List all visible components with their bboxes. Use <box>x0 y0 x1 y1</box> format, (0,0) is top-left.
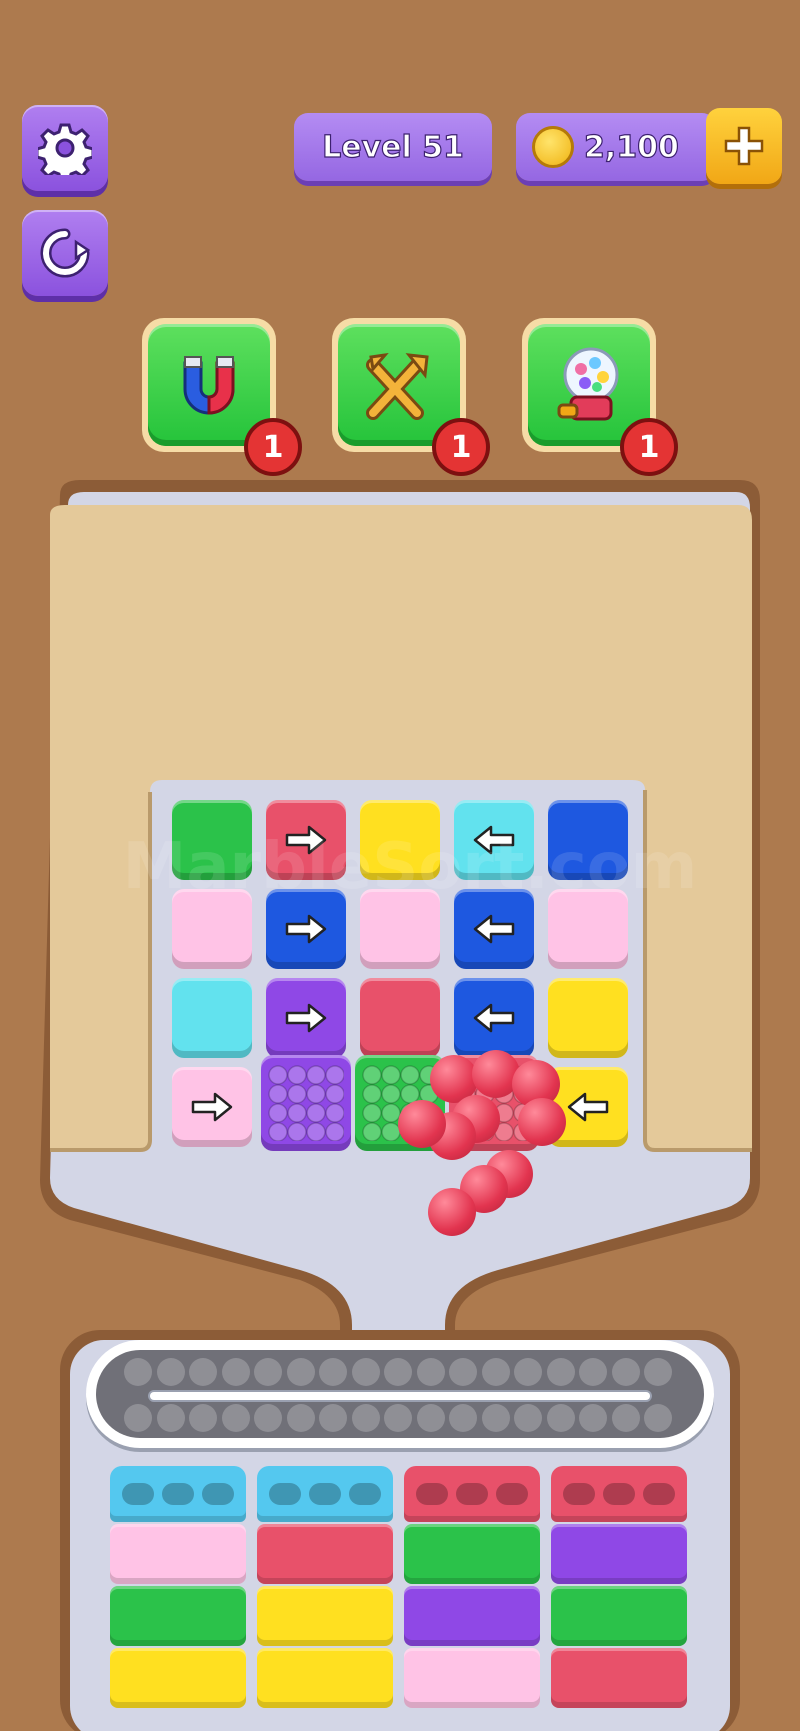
arrow-right-icon <box>191 1092 233 1122</box>
conveyor-slot <box>384 1358 412 1386</box>
conveyor-slot <box>319 1404 347 1432</box>
conveyor-slot <box>286 1358 315 1386</box>
conveyor-slot <box>189 1358 217 1386</box>
marble <box>518 1098 566 1146</box>
crate-row <box>551 1524 687 1584</box>
arrow-left-icon <box>473 914 515 944</box>
arrow-left-icon <box>473 1003 515 1033</box>
conveyor-slot <box>546 1358 575 1386</box>
crate-lid <box>404 1466 540 1522</box>
marble <box>398 1100 446 1148</box>
conveyor-slot <box>644 1358 672 1386</box>
conveyor-slot <box>351 1404 380 1432</box>
conveyor-slot <box>546 1404 575 1432</box>
conveyor-slot <box>416 1404 445 1432</box>
conveyor-slot <box>189 1404 217 1432</box>
crate-lid <box>257 1466 393 1522</box>
board-tile[interactable] <box>172 1067 252 1147</box>
crate-row <box>404 1524 540 1584</box>
crate-row <box>257 1586 393 1646</box>
crate-lid <box>551 1466 687 1522</box>
crate-row <box>110 1648 246 1708</box>
conveyor-slot <box>286 1404 315 1432</box>
board-tile[interactable] <box>261 1055 351 1151</box>
marble-crate[interactable] <box>110 1466 246 1708</box>
conveyor-slot <box>579 1358 607 1386</box>
conveyor-slot <box>481 1358 510 1386</box>
conveyor-slot <box>514 1404 542 1432</box>
crate-row <box>551 1586 687 1646</box>
crate-row <box>404 1648 540 1708</box>
board-tile[interactable] <box>548 978 628 1058</box>
marble-pack-icon <box>268 1065 344 1141</box>
conveyor-slot <box>384 1404 412 1432</box>
conveyor-slot <box>124 1404 152 1432</box>
conveyor-slot <box>156 1404 185 1432</box>
conveyor-slot <box>611 1358 640 1386</box>
conveyor-slot <box>481 1404 510 1432</box>
conveyor-slot <box>351 1358 380 1386</box>
crate-lid <box>110 1466 246 1522</box>
watermark: MarbleSort.com <box>122 830 698 904</box>
conveyor-slot <box>221 1404 250 1432</box>
arrow-right-icon <box>285 914 327 944</box>
marble-crate[interactable] <box>551 1466 687 1708</box>
crate-row <box>110 1524 246 1584</box>
conveyor-slot <box>319 1358 347 1386</box>
conveyor-slot <box>156 1358 185 1386</box>
conveyor-slot <box>611 1404 640 1432</box>
crate-row <box>551 1648 687 1708</box>
conveyor-slot <box>644 1404 672 1432</box>
conveyor-slot <box>449 1358 477 1386</box>
conveyor-slot <box>124 1358 152 1386</box>
arrow-right-icon <box>285 1003 327 1033</box>
board-tile[interactable] <box>266 978 346 1058</box>
board-tile[interactable] <box>360 978 440 1058</box>
conveyor-divider <box>150 1392 650 1400</box>
crate-row <box>110 1586 246 1646</box>
conveyor-slot <box>416 1358 445 1386</box>
conveyor-slot <box>579 1404 607 1432</box>
marble-crate[interactable] <box>257 1466 393 1708</box>
board-tile[interactable] <box>172 978 252 1058</box>
crate-row <box>257 1648 393 1708</box>
conveyor-slot <box>449 1404 477 1432</box>
conveyor-slot <box>254 1404 282 1432</box>
conveyor-slot <box>221 1358 250 1386</box>
marble <box>428 1188 476 1236</box>
conveyor-slot <box>514 1358 542 1386</box>
conveyor-slot <box>254 1358 282 1386</box>
arrow-left-icon <box>567 1092 609 1122</box>
marble-crate[interactable] <box>404 1466 540 1708</box>
crate-row <box>257 1524 393 1584</box>
crate-row <box>404 1586 540 1646</box>
board-tile[interactable] <box>454 978 534 1058</box>
